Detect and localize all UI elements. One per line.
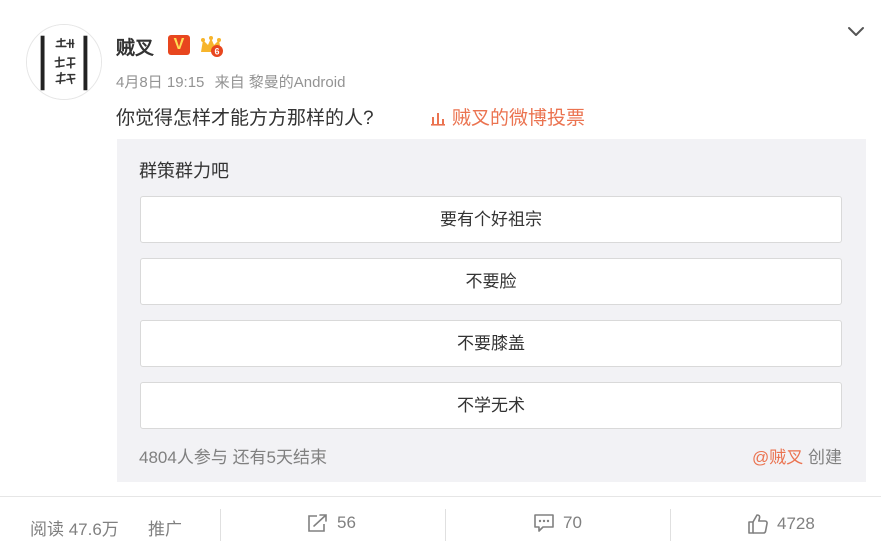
- comment-button[interactable]: 70: [533, 513, 582, 533]
- poll-creator-line: @贼叉 创建: [752, 443, 842, 468]
- like-count: 4728: [777, 514, 815, 533]
- poll-option[interactable]: 不学无术: [140, 382, 842, 429]
- vote-link-label: 贼叉的微博投票: [452, 108, 586, 129]
- poll-card: 群策群力吧 要有个好祖宗 不要脸 不要膝盖 不学无术 4804人参与 还有5天结…: [117, 139, 866, 482]
- post-text: 你觉得怎样才能方方那样的人?: [116, 108, 374, 129]
- svg-text:6: 6: [214, 47, 219, 57]
- vote-link[interactable]: 贼叉的微博投票: [430, 103, 585, 130]
- poll-participants: 4804人参与: [139, 448, 228, 467]
- username[interactable]: 贼叉: [116, 33, 154, 60]
- poll-created-label: 创建: [808, 448, 842, 467]
- poll-option[interactable]: 不要膝盖: [140, 320, 842, 367]
- post-date[interactable]: 4月8日 19:15: [116, 74, 204, 91]
- post-source: 来自 黎曼的Android: [214, 74, 346, 91]
- divider: [0, 496, 881, 497]
- chevron-down-icon[interactable]: [847, 26, 865, 38]
- poll-option[interactable]: 不要脸: [140, 258, 842, 305]
- repost-icon: [308, 514, 327, 532]
- thumbs-up-icon: [748, 514, 768, 534]
- comment-count: 70: [563, 513, 582, 532]
- poll-status: 4804人参与 还有5天结束: [139, 443, 327, 468]
- like-button[interactable]: 4728: [747, 513, 815, 535]
- repost-count: 56: [337, 513, 356, 532]
- divider: [220, 509, 221, 541]
- poll-option[interactable]: 要有个好祖宗: [140, 196, 842, 243]
- poll-chart-icon: [431, 113, 445, 126]
- read-count: 阅读 47.6万: [30, 520, 119, 539]
- post-meta: 4月8日 19:15 来自 黎曼的Android: [116, 71, 345, 92]
- divider: [670, 509, 671, 541]
- promote-button[interactable]: 推广: [148, 515, 182, 540]
- comment-icon: [534, 514, 554, 532]
- poll-remaining: 还有5天结束: [232, 448, 328, 467]
- repost-button[interactable]: 56: [307, 513, 356, 533]
- poll-creator-link[interactable]: @贼叉: [752, 448, 803, 467]
- poll-title: 群策群力吧: [139, 161, 229, 181]
- verified-badge-icon: V: [168, 35, 190, 55]
- avatar[interactable]: [26, 24, 102, 100]
- crown-badge-icon: 6: [201, 36, 223, 57]
- divider: [445, 509, 446, 541]
